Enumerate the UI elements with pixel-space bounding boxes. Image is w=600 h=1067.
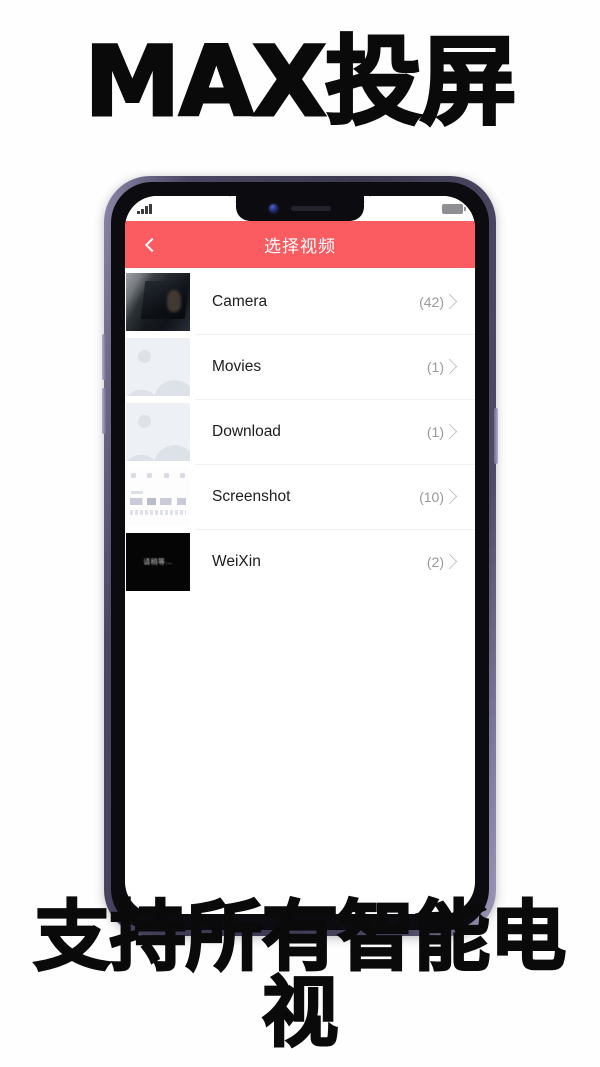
battery-icon <box>442 203 466 214</box>
list-item[interactable]: Camera (42) <box>125 269 475 334</box>
phone-mockup: 选择视频 Camera (42) Movies (1) Download (1)… <box>102 176 498 936</box>
phone-screen: 选择视频 Camera (42) Movies (1) Download (1)… <box>125 196 475 914</box>
earpiece-speaker-icon <box>291 206 331 211</box>
folder-name: Screenshot <box>212 487 291 505</box>
chevron-right-icon <box>441 488 458 505</box>
image-placeholder-thumbnail <box>126 402 190 461</box>
list-item[interactable]: 请稍等… WeiXin (2) <box>125 529 475 594</box>
phone-bezel: 选择视频 Camera (42) Movies (1) Download (1)… <box>111 182 489 930</box>
thumbnail-caption: 请稍等… <box>143 557 173 566</box>
folder-name: Camera <box>212 292 268 310</box>
chevron-right-icon <box>441 293 458 310</box>
page-title: 选择视频 <box>264 237 336 257</box>
promo-screenshot-page: MAX投屏 选择视频 Camera (42) Movies (1) Downlo… <box>0 0 600 1067</box>
volume-down-button[interactable] <box>102 388 106 434</box>
promo-bottom-headline: 支持所有智能电视 <box>33 892 568 1057</box>
volume-up-button[interactable] <box>102 334 106 380</box>
front-camera-icon <box>269 204 278 213</box>
car-photo-thumbnail <box>126 272 190 331</box>
video-folder-list: Camera (42) Movies (1) Download (1) Scre… <box>125 268 475 594</box>
folder-count: (42) <box>419 293 444 310</box>
folder-count: (10) <box>419 488 444 505</box>
list-item[interactable]: Movies (1) <box>125 334 475 399</box>
list-item[interactable]: Screenshot (10) <box>125 464 475 529</box>
back-chevron-icon[interactable] <box>139 234 161 256</box>
folder-name: Download <box>212 422 281 440</box>
folder-name: WeiXin <box>212 552 261 570</box>
screenshot-capture-thumbnail <box>126 467 190 526</box>
list-item[interactable]: Download (1) <box>125 399 475 464</box>
chevron-right-icon <box>441 553 458 570</box>
chevron-right-icon <box>441 358 458 375</box>
chevron-right-icon <box>441 423 458 440</box>
signal-bars-icon <box>137 203 152 214</box>
image-placeholder-thumbnail <box>126 337 190 396</box>
promo-top-headline: MAX投屏 <box>83 26 518 138</box>
power-button[interactable] <box>494 408 498 464</box>
app-header: 选择视频 <box>125 221 475 268</box>
black-video-thumbnail: 请稍等… <box>126 532 190 591</box>
folder-name: Movies <box>212 357 262 375</box>
display-notch <box>227 196 373 221</box>
